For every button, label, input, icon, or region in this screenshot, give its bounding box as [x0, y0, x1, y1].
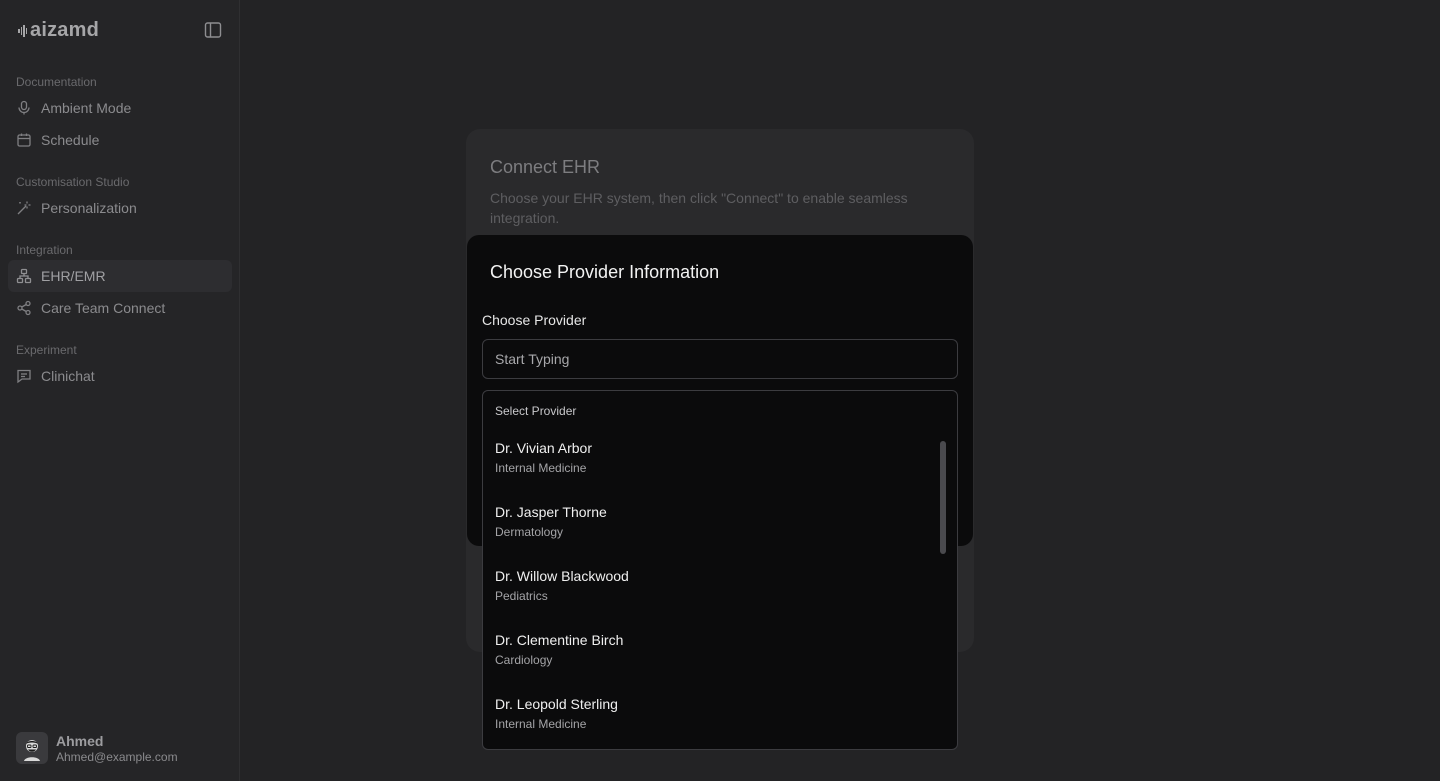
user-profile[interactable]: Ahmed Ahmed@example.com — [16, 732, 178, 764]
card-description: Choose your EHR system, then click "Conn… — [490, 190, 908, 226]
provider-name: Dr. Jasper Thorne — [495, 504, 607, 520]
provider-specialty: Pediatrics — [495, 589, 548, 603]
provider-option[interactable]: Dr. Vivian Arbor Internal Medicine — [483, 429, 957, 493]
network-icon — [16, 268, 32, 284]
provider-specialty: Internal Medicine — [495, 461, 587, 475]
dropdown-heading: Select Provider — [495, 404, 577, 418]
section-label-customisation-studio: Customisation Studio — [16, 175, 130, 189]
provider-option[interactable]: Dr. Clementine Birch Cardiology — [483, 621, 957, 685]
avatar — [16, 732, 48, 764]
provider-search-input[interactable] — [482, 339, 958, 379]
section-label-experiment: Experiment — [16, 343, 77, 357]
sidebar-toggle-icon[interactable] — [204, 21, 222, 39]
provider-list: Dr. Vivian Arbor Internal Medicine Dr. J… — [483, 429, 957, 749]
section-label-documentation: Documentation — [16, 75, 97, 89]
sidebar-item-ehr-emr[interactable]: EHR/EMR — [8, 260, 232, 292]
sidebar-item-care-team-connect[interactable]: Care Team Connect — [8, 292, 232, 324]
user-email: Ahmed@example.com — [56, 749, 178, 764]
chat-icon — [17, 369, 31, 384]
section-label-integration: Integration — [16, 243, 73, 257]
provider-specialty: Cardiology — [495, 653, 553, 667]
provider-dropdown: Select Provider Dr. Vivian Arbor Interna… — [482, 390, 958, 750]
provider-specialty: Internal Medicine — [495, 717, 587, 731]
provider-option[interactable]: Dr. Leopold Sterling Internal Medicine — [483, 685, 957, 749]
provider-specialty: Dermatology — [495, 525, 564, 539]
share-icon — [17, 300, 31, 316]
magic-wand-icon — [17, 201, 31, 215]
brand-name: aizamd — [30, 19, 100, 41]
dialog-title: Choose Provider Information — [490, 262, 720, 282]
sidebar-item-clinichat[interactable]: Clinichat — [8, 360, 232, 392]
waveform-icon — [18, 24, 27, 38]
sidebar-item-schedule[interactable]: Schedule — [8, 124, 232, 156]
provider-name: Dr. Leopold Sterling — [495, 696, 618, 712]
brand-logo[interactable]: aizamd — [18, 19, 99, 42]
provider-option[interactable]: Dr. Willow Blackwood Pediatrics — [483, 557, 957, 621]
provider-option[interactable]: Dr. Jasper Thorne Dermatology — [483, 493, 957, 557]
calendar-icon — [17, 133, 31, 147]
microphone-icon — [18, 100, 30, 115]
sidebar: aizamd Documentation Ambient Mode Schedu… — [0, 0, 240, 781]
sidebar-item-personalization[interactable]: Personalization — [8, 192, 232, 224]
provider-name: Dr. Clementine Birch — [495, 632, 624, 648]
card-title: Connect EHR — [490, 157, 601, 177]
provider-name: Dr. Willow Blackwood — [495, 568, 629, 584]
provider-name: Dr. Vivian Arbor — [495, 440, 593, 456]
user-name: Ahmed — [56, 732, 104, 749]
provider-field-label: Choose Provider — [482, 312, 587, 328]
dropdown-scrollbar[interactable] — [940, 441, 946, 554]
sidebar-item-ambient-mode[interactable]: Ambient Mode — [8, 92, 232, 124]
